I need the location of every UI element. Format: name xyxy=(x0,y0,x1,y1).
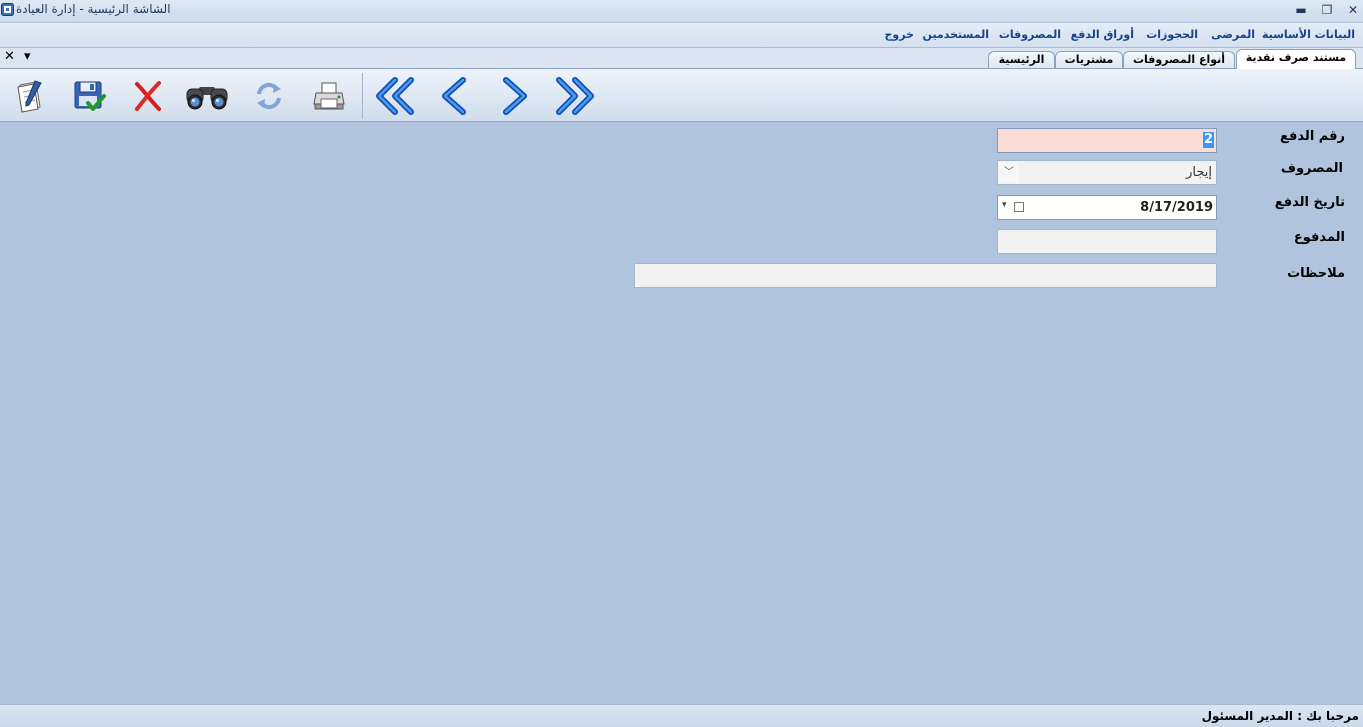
refresh-icon xyxy=(253,80,285,112)
print-button[interactable] xyxy=(307,74,351,118)
notes-input[interactable] xyxy=(634,263,1217,288)
paid-amount-input[interactable] xyxy=(997,229,1217,254)
search-binoculars-icon xyxy=(185,79,229,113)
save-icon xyxy=(72,79,106,113)
payment-number-label: رقم الدفع xyxy=(1280,129,1345,144)
notes-label: ملاحظات xyxy=(1287,266,1345,281)
previous-record-icon xyxy=(433,76,477,116)
next-record-button[interactable] xyxy=(492,74,536,118)
refresh-button[interactable] xyxy=(247,74,291,118)
tab-list-dropdown-icon[interactable]: ▾ xyxy=(24,49,31,64)
first-record-icon xyxy=(373,76,417,116)
menu-basic-data[interactable]: البيانات الأساسية xyxy=(1262,28,1355,41)
app-icon xyxy=(1,3,14,16)
first-record-button[interactable] xyxy=(373,74,417,118)
menu-reservations[interactable]: الحجوزات xyxy=(1146,28,1198,41)
tab-home[interactable]: الرئيسية xyxy=(988,51,1055,68)
menu-users[interactable]: المستخدمين xyxy=(923,28,989,41)
expense-combo[interactable]: إيجار ﹀ xyxy=(997,160,1217,185)
next-record-icon xyxy=(492,76,536,116)
new-button[interactable] xyxy=(8,74,52,118)
delete-icon xyxy=(131,79,165,113)
save-button[interactable] xyxy=(67,74,111,118)
minimize-button[interactable]: ▬ xyxy=(1292,2,1310,18)
delete-button[interactable] xyxy=(126,74,170,118)
new-document-icon xyxy=(14,79,46,113)
chevron-down-icon[interactable]: ﹀ xyxy=(999,162,1019,183)
menu-exit[interactable]: خروج xyxy=(884,28,914,41)
toolbar xyxy=(0,69,1363,122)
tab-expense-types[interactable]: أنواع المصروفات xyxy=(1123,51,1235,68)
menu-expenses[interactable]: المصروفات xyxy=(999,28,1061,41)
menu-patients[interactable]: المرضى xyxy=(1211,28,1255,41)
tab-cash-voucher[interactable]: مستند صرف نقدية xyxy=(1236,49,1356,69)
close-tab-icon[interactable]: ✕ xyxy=(4,49,15,64)
calendar-dropdown-icon[interactable]: ▾ xyxy=(1002,200,1007,210)
toolbar-separator xyxy=(362,73,363,119)
date-checkbox[interactable] xyxy=(1014,202,1024,212)
payment-date-picker[interactable]: 8/17/2019 ▾ xyxy=(997,195,1217,220)
payment-date-value: 8/17/2019 xyxy=(1140,200,1213,215)
expense-value: إيجار xyxy=(1186,165,1212,180)
last-record-icon xyxy=(553,76,597,116)
previous-record-button[interactable] xyxy=(433,74,477,118)
window-title: الشاشة الرئيسية - إدارة العيادة xyxy=(16,2,171,16)
welcome-status: مرحبا بك : المدير المسئول xyxy=(1201,709,1359,723)
restore-button[interactable]: ❐ xyxy=(1318,2,1336,18)
payment-number-field[interactable]: 2 xyxy=(997,128,1217,153)
menu-bar: البيانات الأساسية المرضى الحجوزات أوراق … xyxy=(0,23,1363,48)
title-bar: الشاشة الرئيسية - إدارة العيادة ▬ ❐ ✕ xyxy=(0,0,1363,23)
payment-date-label: تاريخ الدفع xyxy=(1274,195,1345,210)
tab-strip: ✕ ▾ مستند صرف نقدية أنواع المصروفات مشتر… xyxy=(0,48,1363,69)
last-record-button[interactable] xyxy=(553,74,597,118)
search-button[interactable] xyxy=(185,74,229,118)
print-icon xyxy=(312,80,346,112)
expense-label: المصروف xyxy=(1280,161,1343,176)
tab-purchases[interactable]: مشتريات xyxy=(1055,51,1123,68)
close-window-button[interactable]: ✕ xyxy=(1344,2,1362,18)
status-bar: مرحبا بك : المدير المسئول xyxy=(0,704,1363,727)
menu-payment-papers[interactable]: أوراق الدفع xyxy=(1071,28,1134,41)
paid-amount-label: المدفوع xyxy=(1293,230,1345,245)
payment-number-value: 2 xyxy=(1202,132,1214,148)
